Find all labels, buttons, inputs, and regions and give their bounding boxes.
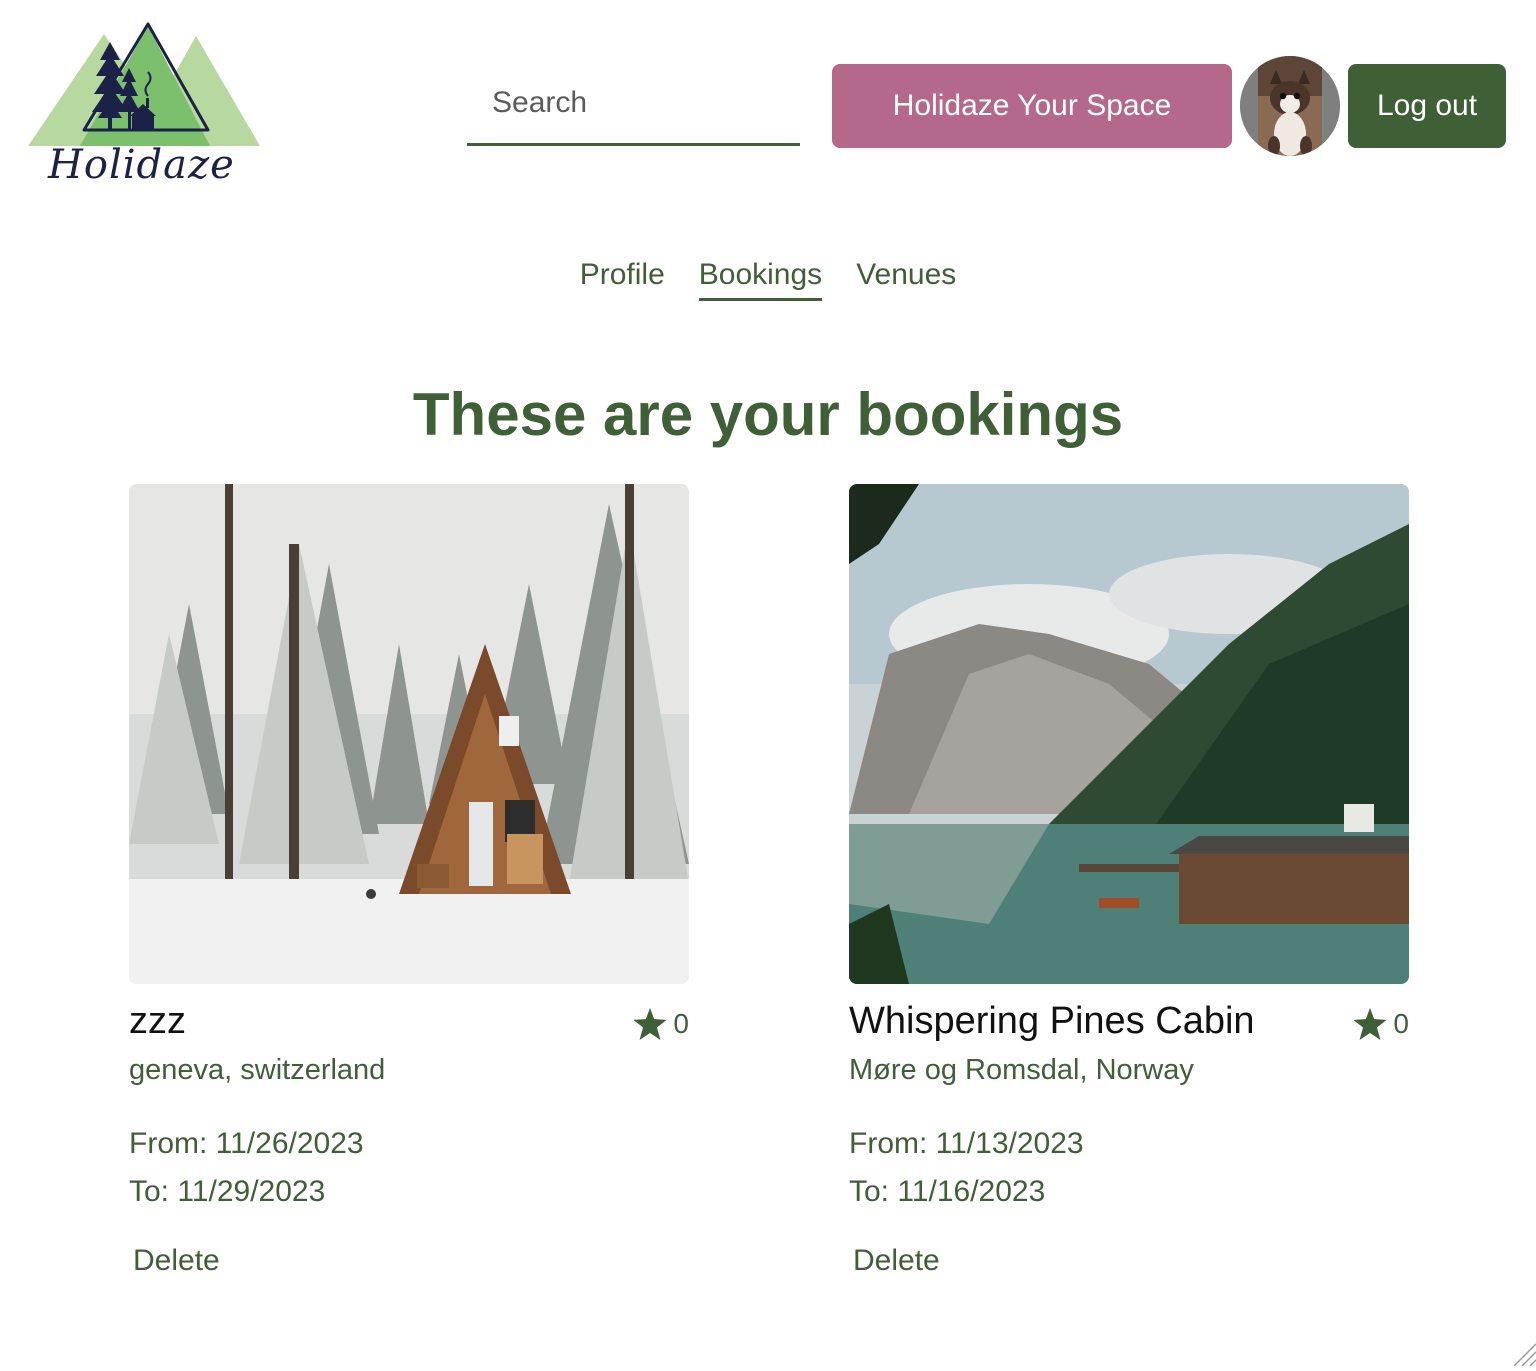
booking-dates: From: 11/13/2023 To: 11/16/2023 — [849, 1120, 1409, 1216]
booking-from-date: From: 11/13/2023 — [849, 1127, 1084, 1160]
tab-venues[interactable]: Venues — [856, 258, 956, 301]
venue-name[interactable]: Whispering Pines Cabin — [849, 1000, 1255, 1043]
holidaze-your-space-button[interactable]: Holidaze Your Space — [832, 64, 1232, 148]
booking-card: zzz 0 geneva, switzerland From: 11/26/20… — [129, 484, 689, 1278]
mountain-logo-icon — [28, 22, 260, 146]
venue-location: Møre og Romsdal, Norway — [849, 1054, 1194, 1086]
booking-to-date: To: 11/16/2023 — [849, 1175, 1046, 1208]
card-header: Whispering Pines Cabin 0 — [849, 992, 1409, 1054]
card-header: zzz 0 — [129, 992, 689, 1054]
venue-image[interactable] — [129, 484, 689, 984]
profile-tabs: Profile Bookings Venues — [0, 258, 1536, 301]
star-icon — [633, 1008, 668, 1040]
snowy-cabin-image — [129, 484, 689, 984]
venue-rating: 0 — [633, 1008, 689, 1040]
booking-card: Whispering Pines Cabin 0 Møre og Romsdal… — [849, 484, 1409, 1278]
page-title: These are your bookings — [412, 381, 1124, 448]
booking-to-date: To: 11/29/2023 — [129, 1175, 326, 1208]
venue-rating: 0 — [1353, 1008, 1409, 1040]
brand-logo[interactable]: Holidaze — [24, 20, 264, 195]
booking-from-date: From: 11/26/2023 — [129, 1127, 364, 1160]
rating-value: 0 — [673, 1008, 689, 1039]
booking-dates: From: 11/26/2023 To: 11/29/2023 — [129, 1120, 689, 1216]
lake-cabin-image — [849, 484, 1409, 984]
brand-name: Holidaze — [48, 142, 235, 188]
venue-image[interactable] — [849, 484, 1409, 984]
logout-button[interactable]: Log out — [1348, 64, 1506, 148]
venue-name[interactable]: zzz — [129, 1000, 186, 1043]
star-icon — [1353, 1008, 1388, 1040]
rating-value: 0 — [1393, 1008, 1409, 1039]
tab-bookings[interactable]: Bookings — [698, 258, 823, 301]
resize-grip-icon[interactable] — [1506, 1336, 1536, 1367]
search-input[interactable] — [467, 76, 800, 143]
search-bar — [467, 76, 800, 146]
cat-avatar-image — [1240, 56, 1340, 156]
tab-profile[interactable]: Profile — [580, 258, 665, 301]
avatar[interactable] — [1240, 56, 1340, 156]
venue-location: geneva, switzerland — [129, 1054, 386, 1086]
delete-booking-button[interactable]: Delete — [853, 1244, 940, 1278]
delete-booking-button[interactable]: Delete — [133, 1244, 220, 1278]
